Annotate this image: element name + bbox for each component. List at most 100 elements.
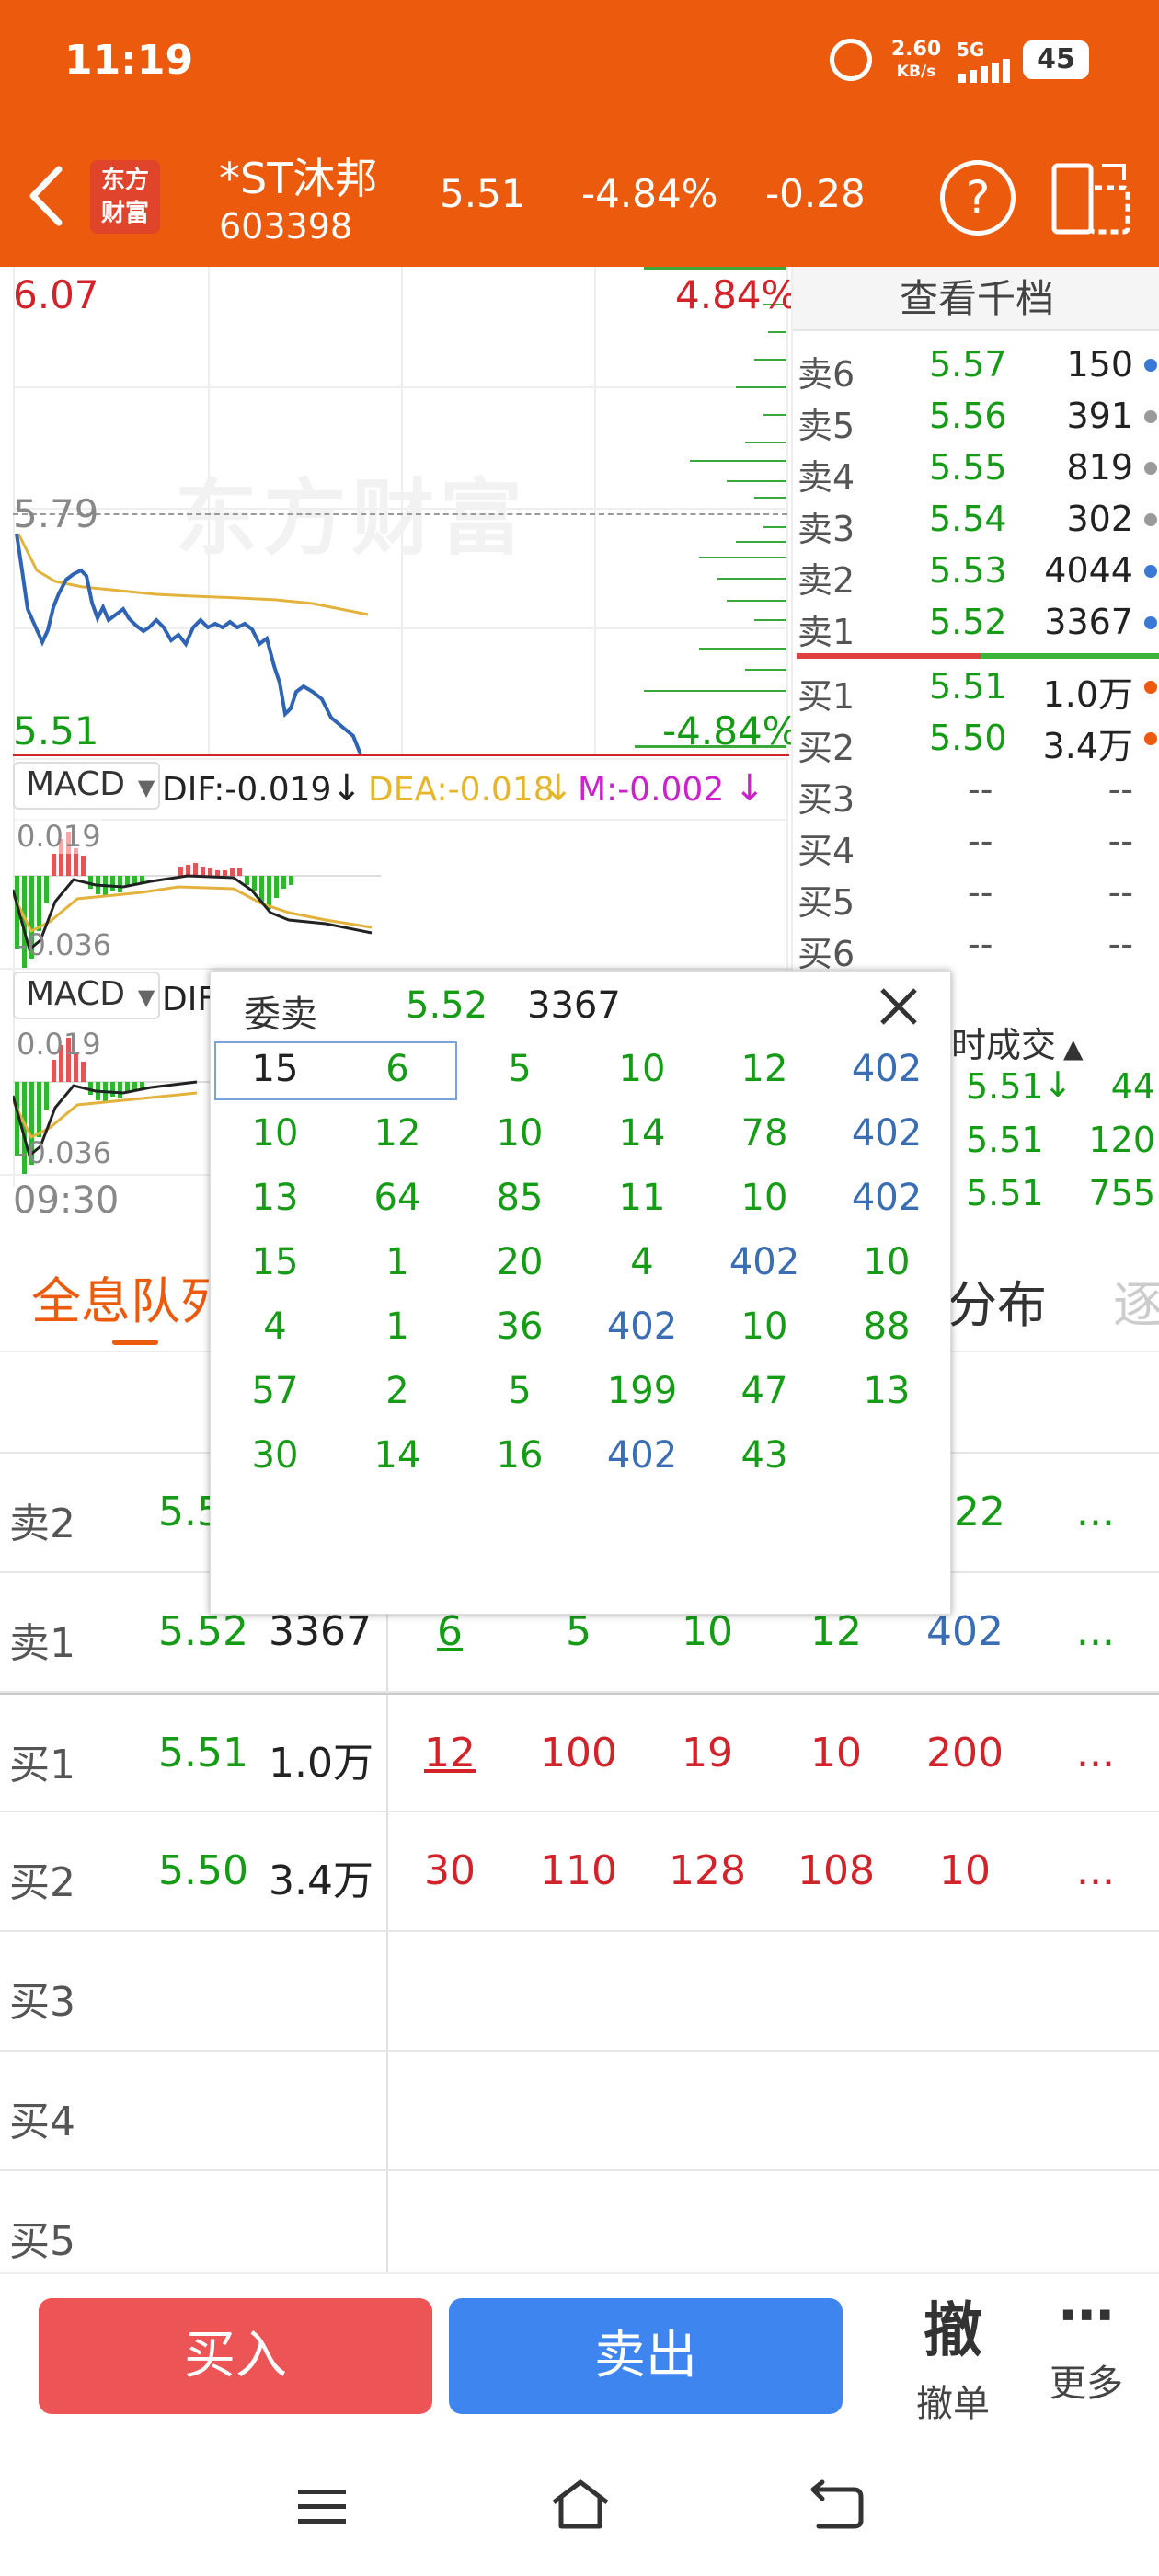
popup-cell[interactable]: 5 <box>459 1363 580 1419</box>
popup-cell[interactable]: 12 <box>704 1041 825 1097</box>
orderbook-buy-row[interactable]: 买1 5.51 1.0万 <box>793 662 1159 717</box>
popup-cell[interactable]: 10 <box>704 1170 825 1225</box>
indicator-select-2[interactable]: MACD ▼ <box>13 972 160 1019</box>
popup-cell[interactable]: 15 <box>214 1041 336 1097</box>
popup-cell[interactable]: 85 <box>459 1170 580 1225</box>
popup-cell[interactable]: 1 <box>337 1299 458 1354</box>
popup-cell[interactable]: 47 <box>704 1363 825 1419</box>
back-icon[interactable] <box>809 2478 865 2530</box>
popup-cell[interactable]: 13 <box>214 1170 336 1225</box>
orderbook-sell-row[interactable]: 卖1 5.52 3367 <box>793 598 1159 652</box>
popup-cell[interactable]: 1 <box>337 1235 458 1290</box>
help-icon[interactable]: ? <box>940 160 1016 236</box>
popup-cell[interactable]: 10 <box>459 1106 580 1161</box>
ob-buy-label: 买6 <box>798 934 855 974</box>
ob-buy-price: 5.51 <box>929 666 1007 707</box>
stock-header: 东方 财富 *ST沐邦 603398 5.51 -4.84% -0.28 ? <box>0 129 1159 267</box>
popup-cell[interactable]: 43 <box>704 1428 825 1483</box>
orderbook-sell-row[interactable]: 卖5 5.56 391 <box>793 392 1159 446</box>
popup-cell[interactable]: 10 <box>214 1106 336 1161</box>
popup-cell[interactable]: 4 <box>214 1299 336 1354</box>
queue-row-buy2[interactable]: 买2 5.50 3.4万 30 110 128 108 10 ... <box>0 1812 1159 1932</box>
tab-queue[interactable]: 全息队列 <box>31 1260 230 1333</box>
app-logo: 东方 财富 <box>90 160 160 234</box>
home-icon[interactable] <box>548 2477 613 2532</box>
buy-button[interactable]: 买入 <box>39 2298 432 2414</box>
popup-cell[interactable]: 10 <box>704 1299 825 1354</box>
popup-cell[interactable]: 199 <box>581 1363 703 1419</box>
battery-icon: 45 <box>1023 40 1089 79</box>
popup-cell[interactable]: 36 <box>459 1299 580 1354</box>
ob-sell-price: 5.52 <box>929 602 1007 642</box>
stock-change: -0.28 <box>765 171 866 216</box>
popup-cell[interactable]: 402 <box>581 1428 703 1483</box>
switch-landscape-icon[interactable] <box>1050 160 1133 237</box>
popup-cell[interactable]: 402 <box>826 1106 947 1161</box>
popup-cell[interactable]: 10 <box>826 1235 947 1290</box>
popup-cell[interactable]: 10 <box>581 1041 703 1097</box>
orderbook-sell-row[interactable]: 卖4 5.55 819 <box>793 443 1159 498</box>
more-button[interactable]: ⋯ 更多 <box>1017 2283 1155 2431</box>
ob-sell-label: 卖6 <box>798 354 855 395</box>
menu-icon[interactable] <box>296 2486 348 2528</box>
popup-cell[interactable]: 64 <box>337 1170 458 1225</box>
orderbook-buy-row[interactable]: 买5 -- -- <box>793 868 1159 923</box>
popup-cell[interactable]: 15 <box>214 1235 336 1290</box>
ob-buy-price: 5.50 <box>929 718 1007 758</box>
ob-buy-vol: -- <box>1107 924 1133 964</box>
status-bar: 11:19 2.60 KB/s 5G 45 <box>0 0 1159 129</box>
orderbook-buy-row[interactable]: 买4 -- -- <box>793 817 1159 871</box>
back-arrow-icon[interactable] <box>26 164 66 228</box>
ob-sell-vol: 3367 <box>1044 602 1133 642</box>
popup-cell[interactable]: 402 <box>581 1299 703 1354</box>
orderbook-buy-row[interactable]: 买3 -- -- <box>793 765 1159 820</box>
stock-code: 603398 <box>219 206 353 247</box>
popup-cell[interactable]: 5 <box>459 1041 580 1097</box>
popup-cell[interactable]: 12 <box>337 1106 458 1161</box>
ob-buy-vol: 3.4万 <box>1042 726 1133 766</box>
close-icon[interactable] <box>877 984 921 1029</box>
popup-cell[interactable]: 57 <box>214 1363 336 1419</box>
popup-cell[interactable]: 78 <box>704 1106 825 1161</box>
popup-cell[interactable]: 14 <box>337 1428 458 1483</box>
orderbook-buy-row[interactable]: 买6 -- -- <box>793 920 1159 974</box>
trade-vol: 120 <box>1088 1120 1155 1160</box>
time-start: 09:30 <box>13 1179 120 1222</box>
popup-cell[interactable]: 402 <box>704 1235 825 1290</box>
chart-low-price: 5.51 <box>13 708 99 753</box>
sell-button[interactable]: 卖出 <box>449 2298 843 2414</box>
ob-dot <box>1144 616 1157 629</box>
popup-cell[interactable]: 6 <box>337 1041 458 1097</box>
popup-price: 5.52 <box>406 984 488 1027</box>
orderbook-sell-row[interactable]: 卖6 5.57 150 <box>793 340 1159 395</box>
orderbook-sell-row[interactable]: 卖3 5.54 302 <box>793 495 1159 549</box>
orderbook-buy-row[interactable]: 买2 5.50 3.4万 <box>793 714 1159 768</box>
chart-prev-close: 5.79 <box>13 491 99 536</box>
cancel-order-button[interactable]: 撤 撤单 <box>879 2283 1027 2431</box>
popup-cell[interactable]: 11 <box>581 1170 703 1225</box>
popup-cell[interactable]: 14 <box>581 1106 703 1161</box>
view-depth-button[interactable]: 查看千档 <box>793 267 1159 331</box>
tab-tick[interactable]: 逐 <box>1113 1264 1159 1337</box>
indicator-select-1[interactable]: MACD ▼ <box>13 762 160 810</box>
ob-buy-label: 买3 <box>798 779 855 820</box>
popup-cell[interactable]: 20 <box>459 1235 580 1290</box>
popup-cell[interactable]: 402 <box>826 1041 947 1097</box>
popup-cell[interactable]: 88 <box>826 1299 947 1354</box>
cancel-icon: 撤 <box>924 2297 982 2365</box>
queue-row-buy1[interactable]: 买1 5.51 1.0万 12 100 19 10 200 ... <box>0 1693 1159 1812</box>
orderbook-sell-row[interactable]: 卖2 5.53 4044 <box>793 546 1159 601</box>
trade-row: 5.51 ↓ 44 <box>951 1063 1159 1114</box>
popup-cell[interactable]: 13 <box>826 1363 947 1419</box>
popup-cell[interactable]: 402 <box>826 1170 947 1225</box>
popup-cell[interactable]: 4 <box>581 1235 703 1290</box>
chart-high-price: 6.07 <box>13 272 99 317</box>
tab-distribution[interactable]: 分布 <box>947 1264 1047 1337</box>
ob-sell-vol: 302 <box>1066 499 1133 539</box>
popup-cell[interactable]: 16 <box>459 1428 580 1483</box>
ob-sell-price: 5.54 <box>929 499 1007 539</box>
popup-cell[interactable]: 2 <box>337 1363 458 1419</box>
popup-cell[interactable] <box>826 1428 947 1483</box>
popup-cell[interactable]: 30 <box>214 1428 336 1483</box>
ob-sell-price: 5.53 <box>929 550 1007 591</box>
